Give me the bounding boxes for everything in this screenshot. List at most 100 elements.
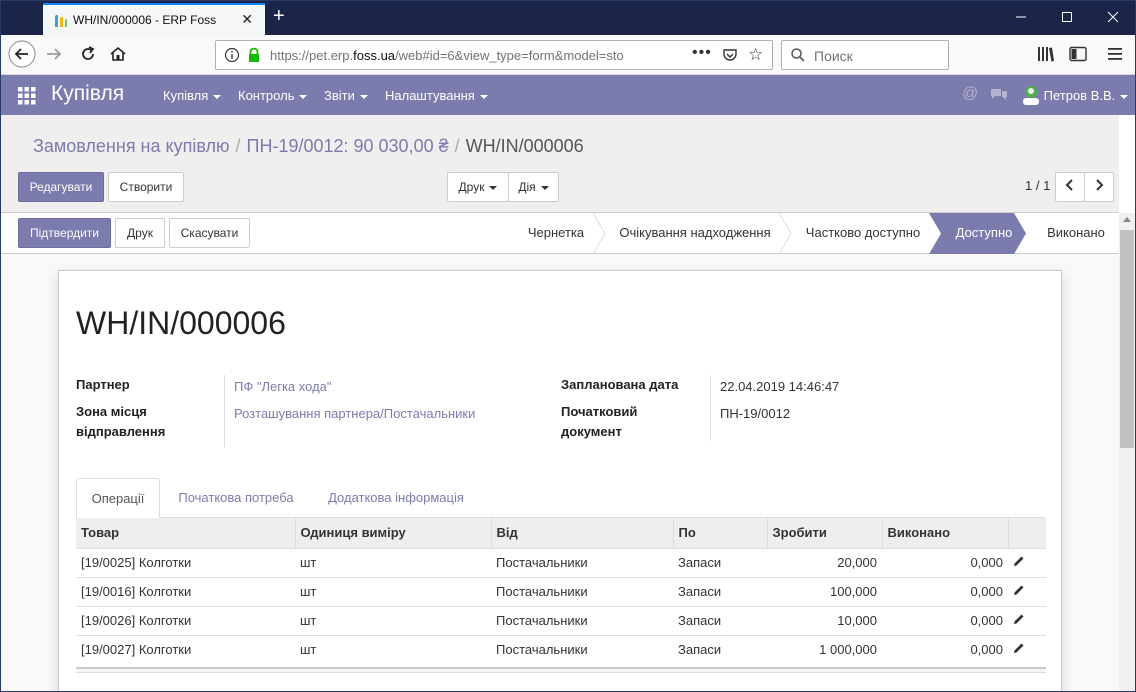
info-icon[interactable] [224,47,240,66]
cell-to-do: 1 000,000 [767,634,882,664]
sidebar-icon[interactable] [1069,46,1087,65]
edit-pencil-icon[interactable] [1008,547,1046,577]
mention-icon[interactable]: @ [962,85,978,103]
user-menu[interactable]: Петров В.В. [1022,85,1129,108]
close-tab-icon[interactable]: ✕ [241,11,253,28]
forward-icon[interactable] [45,45,63,66]
edit-pencil-icon[interactable] [1008,634,1046,664]
stage-waiting[interactable]: Очікування надходження [608,213,782,254]
cell-from: Постачальники [491,547,673,577]
form-sheet: WH/IN/000006 Партнер ПФ "Легка хода" Зон… [58,270,1062,691]
cell-to-do: 100,000 [767,576,882,606]
tab-initial-demand[interactable]: Початкова потреба [166,478,306,518]
stage-done[interactable]: Виконано [1033,213,1119,254]
source-document-value: ПН-19/0012 [720,406,791,421]
action-dropdown-button[interactable]: Дія [508,172,559,202]
cell-to: Запаси [673,634,767,664]
confirm-button[interactable]: Підтвердити [18,218,111,248]
column-header-to-do[interactable]: Зробити [766,518,882,548]
table-row[interactable]: [19/0026] Колготки шт Постачальники Запа… [76,605,1046,635]
library-icon[interactable] [1037,46,1055,65]
breadcrumb-purchase-order[interactable]: ПН-19/0012: 90 030,00 ₴ [247,136,449,156]
control-panel: Замовлення на купівлю / ПН-19/0012: 90 030… [1,115,1119,213]
page-actions-icon[interactable]: ••• [692,44,712,62]
cell-uom: шт [295,634,491,664]
new-tab-icon[interactable]: + [273,6,285,26]
menu-settings[interactable]: Налаштування [385,88,488,103]
chat-icon[interactable] [990,87,1008,106]
back-icon[interactable] [7,39,37,72]
tab-title: WH/IN/000006 - ERP Foss [73,13,217,27]
menu-icon[interactable] [1107,46,1123,65]
stage-available: Доступно [955,225,1013,240]
cell-product: [19/0026] Колготки [76,605,295,635]
menu-control-label: Контроль [238,88,295,103]
source-document-label: Початковий документ [561,404,638,439]
menu-settings-label: Налаштування [385,88,475,103]
browser-tab[interactable]: WH/IN/000006 - ERP Foss ✕ [43,3,265,35]
edit-pencil-icon[interactable] [1008,576,1046,606]
close-window-icon[interactable] [1107,10,1119,26]
partner-value[interactable]: ПФ "Легка хода" [234,377,332,397]
cell-from: Постачальники [491,576,673,606]
stage-draft[interactable]: Чернетка [516,213,596,254]
status-bar: Підтвердити Друк Скасувати Чернетка Очік… [1,213,1119,254]
scheduled-date-value: 22.04.2019 14:46:47 [720,379,840,394]
apps-grid-icon[interactable] [18,87,36,108]
table-row[interactable]: [19/0025] Колготки шт Постачальники Запа… [76,547,1046,577]
app-name: Купівля [51,82,125,105]
title-bar: WH/IN/000006 - ERP Foss ✕ + [1,1,1135,35]
scrollbar-thumb[interactable] [1120,230,1134,448]
user-name: Петров В.В. [1043,87,1116,103]
breadcrumb-purchase-orders[interactable]: Замовлення на купівлю [33,136,230,156]
column-header-from[interactable]: Від [490,518,673,548]
cell-done: 0,000 [882,576,1008,606]
table-row[interactable]: [19/0016] Колготки шт Постачальники Запа… [76,576,1046,606]
cell-uom: шт [295,605,491,635]
partner-label: Партнер [76,377,130,392]
field-divider [224,375,225,447]
reload-icon[interactable] [79,45,97,66]
stage-partially-available[interactable]: Частково доступно [794,213,932,254]
erp-foss-logo-icon [53,13,69,32]
print-dropdown-button[interactable]: Друк [447,172,509,202]
cell-done: 0,000 [882,605,1008,635]
url-text[interactable]: https://pet.erp.foss.ua/web#id=6&view_ty… [270,48,655,63]
search-box[interactable]: Поиск [781,40,949,70]
menu-control[interactable]: Контроль [238,88,308,103]
menu-reports[interactable]: Звіти [324,88,368,103]
tab-additional-info[interactable]: Додаткова інформація [316,478,476,518]
notebook-tabs: Операції Початкова потреба Додаткова інф… [76,478,1046,518]
url-bar[interactable]: https://pet.erp.foss.ua/web#id=6&view_ty… [215,40,773,70]
column-header-to[interactable]: По [672,518,767,548]
source-zone-value[interactable]: Розташування партнера/Постачальники [234,404,475,424]
menu-purchase[interactable]: Купівля [163,88,222,103]
create-button[interactable]: Створити [108,172,184,202]
minimize-icon[interactable] [1015,10,1027,26]
column-header-product[interactable]: Товар [76,518,295,548]
scroll-up-icon[interactable] [1123,217,1131,222]
column-header-uom[interactable]: Одиниця виміру [294,518,491,548]
table-row[interactable]: [19/0027] Колготки шт Постачальники Запа… [76,634,1046,664]
column-header-actions [1007,518,1046,548]
pager-value[interactable]: 1 / 1 [1025,178,1050,193]
vertical-scrollbar[interactable] [1119,213,1135,691]
column-header-done[interactable]: Виконано [881,518,1008,548]
cancel-button[interactable]: Скасувати [169,218,250,248]
cell-uom: шт [295,547,491,577]
edit-button[interactable]: Редагувати [18,172,104,202]
next-record-button[interactable] [1084,172,1114,202]
bookmark-star-icon[interactable]: ☆ [748,45,763,65]
edit-pencil-icon[interactable] [1008,605,1046,635]
cell-product: [19/0025] Колготки [76,547,295,577]
previous-record-button[interactable] [1055,172,1085,202]
home-icon[interactable] [109,45,127,66]
print-button[interactable]: Друк [115,218,165,248]
pocket-icon[interactable] [722,47,738,66]
menu-reports-label: Звіти [324,88,355,103]
document-title: WH/IN/000006 [76,305,286,341]
tab-operations[interactable]: Операції [76,478,160,518]
menu-purchase-label: Купівля [163,88,209,103]
source-zone-label: Зона місця відправлення [76,404,166,439]
maximize-icon[interactable] [1061,10,1073,26]
